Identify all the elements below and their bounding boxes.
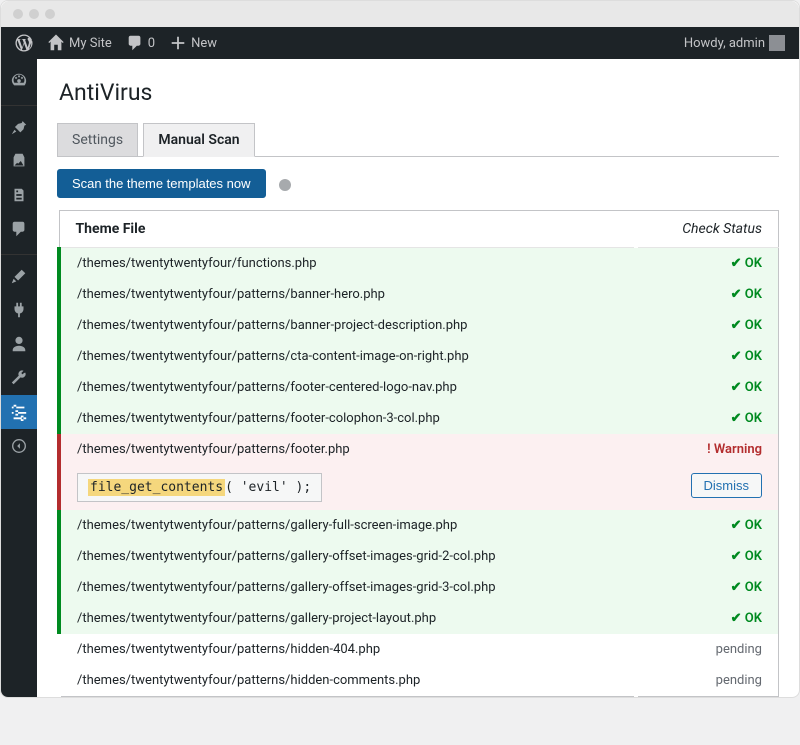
admin-sidebar [1, 59, 37, 697]
collapse-icon [10, 437, 28, 455]
table-row: /themes/twentytwentyfour/patterns/banner… [59, 310, 779, 341]
home-icon [47, 34, 65, 52]
table-row: /themes/twentytwentyfour/functions.php✔ … [59, 248, 779, 280]
status-cell: pending [636, 634, 779, 665]
file-path-cell: /themes/twentytwentyfour/patterns/footer… [59, 403, 636, 434]
page-title: AntiVirus [59, 79, 779, 106]
status-cell: ✔ OK [636, 403, 779, 434]
wrench-icon [10, 369, 28, 387]
chrome-dot [45, 9, 55, 19]
sidebar-item-comments[interactable] [1, 212, 37, 246]
file-path-cell: /themes/twentytwentyfour/patterns/galler… [59, 541, 636, 572]
table-row: /themes/twentytwentyfour/patterns/hidden… [59, 634, 779, 665]
comments-menu[interactable]: 0 [120, 34, 161, 52]
wp-logo-menu[interactable] [9, 34, 39, 52]
table-row: /themes/twentytwentyfour/patterns/banner… [59, 279, 779, 310]
comment-icon [126, 34, 144, 52]
chrome-dot [29, 9, 39, 19]
file-path-cell: /themes/twentytwentyfour/patterns/galler… [59, 510, 636, 541]
greeting-label: Howdy, admin [684, 36, 765, 51]
table-row: /themes/twentytwentyfour/patterns/hidden… [59, 665, 779, 697]
status-cell: ✔ OK [636, 510, 779, 541]
code-highlight: file_get_contents [88, 479, 225, 496]
scan-results-table: Theme File Check Status /themes/twentytw… [57, 210, 779, 697]
sidebar-item-pages[interactable] [1, 178, 37, 212]
table-row: /themes/twentytwentyfour/patterns/galler… [59, 541, 779, 572]
status-cell: ✔ OK [636, 248, 779, 280]
content-area: AntiVirus Settings Manual Scan Scan the … [37, 59, 799, 697]
col-header-status: Check Status [636, 211, 779, 248]
account-menu[interactable]: Howdy, admin [678, 35, 791, 51]
file-path-cell: /themes/twentytwentyfour/patterns/hidden… [59, 634, 636, 665]
pin-icon [10, 118, 28, 136]
table-row: /themes/twentytwentyfour/patterns/galler… [59, 510, 779, 541]
wordpress-icon [15, 34, 33, 52]
file-path-cell: /themes/twentytwentyfour/patterns/hidden… [59, 665, 636, 697]
sidebar-item-posts[interactable] [1, 110, 37, 144]
table-row: /themes/twentytwentyfour/patterns/cta-co… [59, 341, 779, 372]
sliders-icon [10, 403, 28, 421]
file-path-cell: /themes/twentytwentyfour/patterns/banner… [59, 279, 636, 310]
status-cell: ✔ OK [636, 279, 779, 310]
status-cell: pending [636, 665, 779, 697]
comment-count: 0 [148, 36, 155, 51]
sidebar-item-media[interactable] [1, 144, 37, 178]
status-cell: ✔ OK [636, 541, 779, 572]
status-cell: ✔ OK [636, 341, 779, 372]
file-path-cell: /themes/twentytwentyfour/patterns/galler… [59, 572, 636, 603]
sidebar-item-dashboard[interactable] [1, 63, 37, 97]
spinner-icon [279, 179, 291, 191]
tab-settings[interactable]: Settings [57, 123, 138, 156]
scan-now-button[interactable]: Scan the theme templates now [57, 169, 266, 198]
warning-detail-row: Dismiss file_get_contents( 'evil' ); [59, 465, 779, 510]
status-cell: ✔ OK [636, 310, 779, 341]
site-name-menu[interactable]: My Site [41, 34, 118, 52]
sidebar-item-settings[interactable] [1, 395, 37, 429]
media-icon [10, 152, 28, 170]
sidebar-item-collapse[interactable] [1, 429, 37, 463]
table-row: /themes/twentytwentyfour/patterns/footer… [59, 372, 779, 403]
tab-bar: Settings Manual Scan [57, 122, 779, 157]
pages-icon [10, 186, 28, 204]
table-row: /themes/twentytwentyfour/patterns/galler… [59, 603, 779, 634]
admin-bar: My Site 0 New Howdy, admin [1, 27, 799, 59]
sidebar-item-appearance[interactable] [1, 259, 37, 293]
status-cell: ✔ OK [636, 603, 779, 634]
file-path-cell: /themes/twentytwentyfour/patterns/footer… [59, 372, 636, 403]
sidebar-item-plugins[interactable] [1, 293, 37, 327]
file-path-cell: /themes/twentytwentyfour/functions.php [59, 248, 636, 280]
status-cell: ✔ OK [636, 372, 779, 403]
status-cell: ✔ OK [636, 572, 779, 603]
avatar [769, 35, 785, 51]
col-header-file: Theme File [59, 211, 636, 248]
code-snippet: file_get_contents( 'evil' ); [77, 473, 322, 502]
chrome-dot [13, 9, 23, 19]
file-path-cell: /themes/twentytwentyfour/patterns/galler… [59, 603, 636, 634]
file-path-cell: /themes/twentytwentyfour/patterns/cta-co… [59, 341, 636, 372]
browser-chrome [1, 1, 799, 27]
comments-icon [10, 220, 28, 238]
table-row: /themes/twentytwentyfour/patterns/galler… [59, 572, 779, 603]
sidebar-item-users[interactable] [1, 327, 37, 361]
user-icon [10, 335, 28, 353]
site-name-label: My Site [69, 36, 112, 51]
status-cell: ! Warning [636, 434, 779, 465]
tab-manual-scan[interactable]: Manual Scan [143, 123, 254, 157]
file-path-cell: /themes/twentytwentyfour/patterns/banner… [59, 310, 636, 341]
sidebar-item-tools[interactable] [1, 361, 37, 395]
file-path-cell: /themes/twentytwentyfour/patterns/footer… [59, 434, 636, 465]
plus-icon [169, 34, 187, 52]
new-label: New [191, 36, 217, 51]
table-row: /themes/twentytwentyfour/patterns/footer… [59, 434, 779, 465]
table-row: /themes/twentytwentyfour/patterns/footer… [59, 403, 779, 434]
brush-icon [10, 267, 28, 285]
new-content-menu[interactable]: New [163, 34, 223, 52]
plug-icon [10, 301, 28, 319]
dismiss-button[interactable]: Dismiss [691, 473, 763, 498]
dashboard-icon [10, 71, 28, 89]
